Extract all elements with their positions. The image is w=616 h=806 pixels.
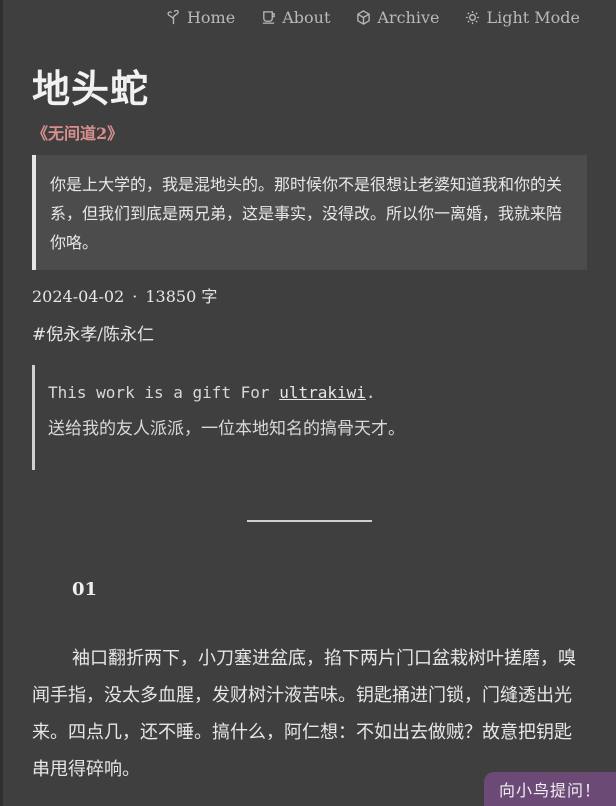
gift-dedication: 送给我的友人派派，一位本地知名的搞骨天才。 [48, 419, 405, 439]
gift-user-link[interactable]: ultrakiwi [279, 383, 366, 402]
nav-about-label: About [282, 8, 331, 27]
post-subtitle: 《无间道2》 [32, 124, 124, 143]
ask-question-button[interactable]: 向小鸟提问！ [484, 772, 616, 806]
nav-about[interactable]: About [261, 8, 330, 27]
nav-archive[interactable]: Archive [356, 8, 439, 27]
gift-line: This work is a gift For ultrakiwi. [48, 383, 587, 402]
section-divider [247, 520, 372, 522]
nav-archive-label: Archive [377, 8, 440, 27]
gift-prefix: This work is a gift For [48, 383, 280, 402]
post-date: 2024-04-02 [32, 287, 125, 306]
cup-icon [263, 11, 275, 24]
chapter-number: 01 [72, 579, 98, 600]
epigraph-text: 你是上大学的，我是混地头的。那时候你不是很想让老婆知道我和你的关系，但我们到底是… [50, 175, 563, 252]
nav-light-mode[interactable]: Light Mode [465, 8, 580, 27]
post-tag[interactable]: #倪永孝/陈永仁 [32, 320, 154, 345]
post-meta: 2024-04-02 · 13850 字 [32, 283, 217, 307]
box-icon [357, 10, 371, 25]
post-title: 地头蛇 [32, 66, 150, 111]
meta-separator: · [132, 287, 138, 306]
body-paragraph: 袖口翻折两下，小刀塞进盆底，掐下两片门口盆栽树叶搓磨，嗅闻手指，没太多血腥，发财… [32, 648, 576, 780]
tree-icon [167, 10, 179, 25]
nav-home[interactable]: Home [166, 8, 235, 27]
top-navigation: Home About Archive Light Mode [166, 8, 580, 27]
sun-icon [466, 10, 480, 25]
left-edge-bar [0, 0, 3, 806]
nav-home-label: Home [186, 8, 236, 27]
nav-light-mode-label: Light Mode [486, 8, 580, 27]
gift-suffix: . [365, 383, 376, 402]
word-count: 13850 字 [145, 287, 218, 306]
epigraph-quote: 你是上大学的，我是混地头的。那时候你不是很想让老婆知道我和你的关系，但我们到底是… [32, 155, 587, 270]
gift-note-box: This work is a gift For ultrakiwi. 送给我的友… [32, 365, 587, 470]
